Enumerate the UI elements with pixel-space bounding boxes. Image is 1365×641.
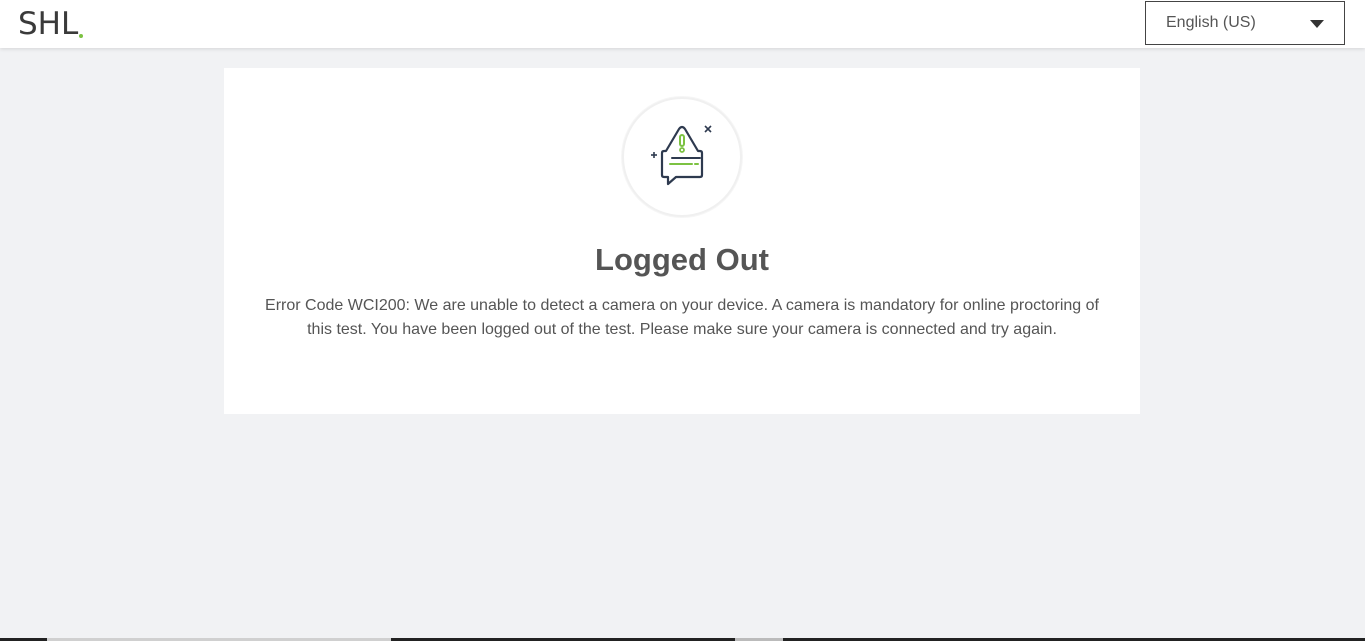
top-header: SHL English (US): [0, 0, 1365, 48]
chevron-down-icon: [1310, 20, 1324, 28]
logo-dot: [79, 34, 84, 38]
language-selected-value: English (US): [1166, 14, 1256, 31]
shl-logo: SHL: [18, 4, 84, 42]
logo-text: SHL: [18, 6, 79, 42]
language-select[interactable]: English (US): [1145, 1, 1345, 45]
icon-badge: [622, 97, 742, 217]
logout-card: Logged Out Error Code WCI200: We are una…: [224, 68, 1140, 414]
error-message: Error Code WCI200: We are unable to dete…: [265, 297, 1099, 338]
page-title: Logged Out: [595, 242, 769, 277]
warning-chat-bubble-icon: [651, 125, 712, 186]
